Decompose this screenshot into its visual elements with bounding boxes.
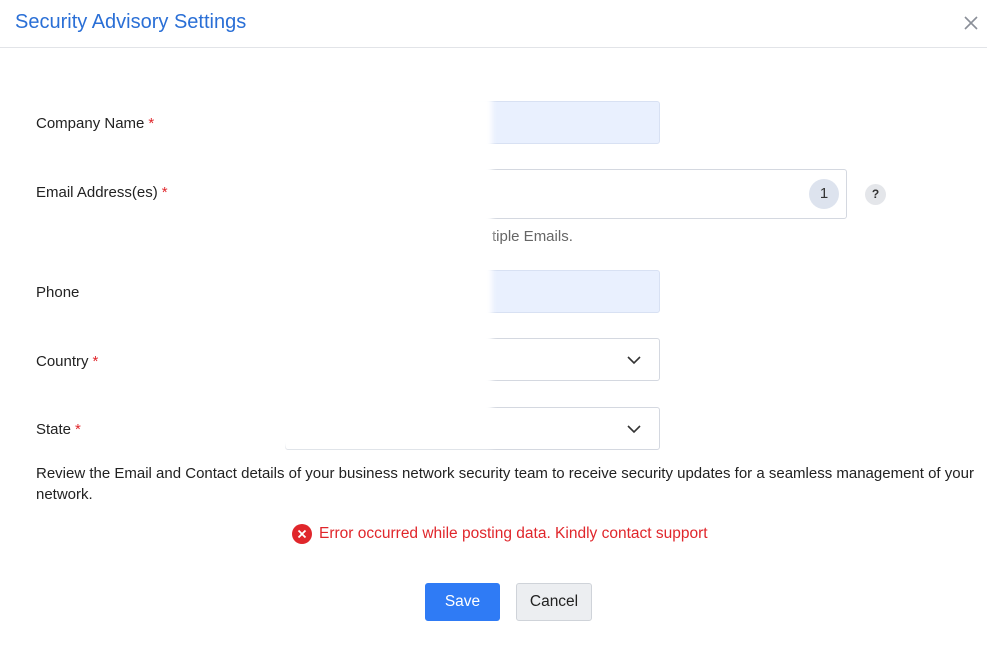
dialog-title: Security Advisory Settings	[15, 11, 247, 33]
error-icon	[292, 524, 312, 544]
email-count-badge: 1	[809, 179, 839, 209]
required-marker: *	[92, 353, 99, 370]
email-label: Email Address(es) *	[36, 184, 168, 201]
close-icon[interactable]	[960, 12, 982, 34]
help-icon[interactable]: ?	[865, 184, 886, 205]
required-marker: *	[161, 184, 168, 201]
required-marker: *	[75, 421, 81, 438]
dialog-header: Security Advisory Settings	[0, 0, 987, 48]
chevron-down-icon	[627, 425, 641, 434]
error-message: Error occurred while posting data. Kindl…	[292, 523, 708, 545]
email-hint: tiple Emails.	[492, 228, 573, 245]
error-text: Error occurred while posting data. Kindl…	[319, 525, 708, 542]
cancel-button[interactable]: Cancel	[516, 583, 592, 621]
country-label: Country *	[36, 353, 99, 370]
phone-label: Phone	[36, 284, 80, 301]
save-button[interactable]: Save	[425, 583, 500, 621]
state-label: State *	[36, 421, 81, 438]
redaction-overlay	[272, 96, 492, 448]
company-name-label: Company Name *	[36, 115, 155, 132]
required-marker: *	[148, 115, 155, 132]
description-text: Review the Email and Contact details of …	[36, 465, 974, 503]
chevron-down-icon	[627, 356, 641, 365]
